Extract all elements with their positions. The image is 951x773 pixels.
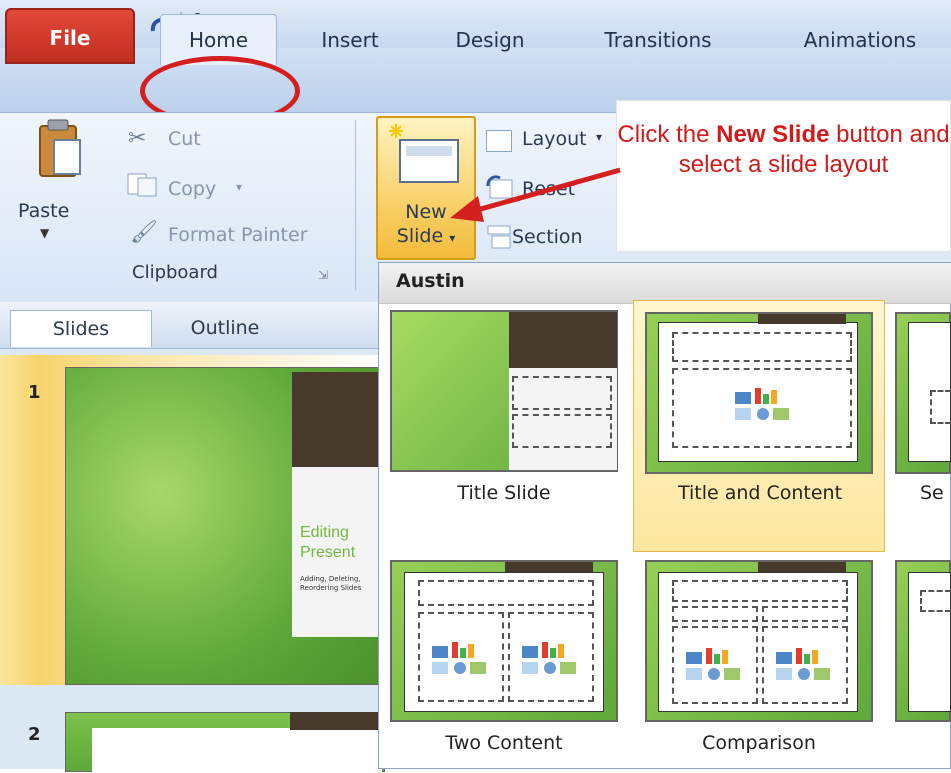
layout-section-header-label[interactable]: Se: [920, 482, 951, 504]
cut-button[interactable]: Cut: [168, 128, 201, 150]
layout-placeholder: [672, 606, 758, 622]
layout-placeholder: [762, 606, 848, 622]
callout-text-bold: New Slide: [716, 121, 830, 148]
format-painter-button[interactable]: Format Painter: [168, 224, 308, 246]
copy-dropdown-icon[interactable]: ▾: [236, 180, 242, 194]
slide-thumbnail-1-title: Editing Present: [300, 524, 356, 561]
layout-comparison-header: [758, 562, 846, 572]
group-separator: [355, 120, 356, 290]
gallery-theme-name: Austin: [396, 270, 465, 292]
slide-number: 2: [28, 724, 41, 745]
cut-icon[interactable]: ✂: [128, 126, 146, 151]
slide-thumbnail-2-header-block: [290, 712, 380, 730]
slide-thumbnail-1-subtitle: Adding, Deleting, Reordering Slides: [300, 575, 362, 592]
content-placeholder-icons: [686, 648, 740, 680]
layout-placeholder: [512, 414, 612, 448]
tab-transitions[interactable]: Transitions: [588, 20, 728, 60]
tab-insert[interactable]: Insert: [305, 20, 395, 60]
slide-number: 1: [28, 382, 41, 403]
paste-icon[interactable]: [36, 118, 84, 186]
layout-title-slide-header: [509, 312, 617, 368]
new-slide-dropdown-icon[interactable]: ▾: [449, 231, 455, 245]
layout-comparison-label[interactable]: Comparison: [645, 732, 873, 754]
layout-title-and-content-header: [758, 314, 846, 324]
layout-placeholder: [512, 376, 612, 410]
tab-outline[interactable]: Outline: [160, 310, 290, 346]
layout-button[interactable]: Layout: [522, 128, 587, 150]
instruction-callout-text: Click the New Slide button and select a …: [616, 120, 951, 180]
layout-placeholder: [672, 332, 852, 362]
layout-icon[interactable]: [486, 130, 512, 152]
paste-label[interactable]: Paste: [18, 200, 69, 222]
clipboard-group-label: Clipboard: [132, 262, 218, 283]
slide-thumbnail-2-content-area: [92, 728, 382, 773]
content-placeholder-icons: [522, 642, 576, 674]
tab-file[interactable]: File: [5, 8, 135, 64]
callout-arrow-icon: [450, 167, 621, 222]
layout-title-slide-label[interactable]: Title Slide: [390, 482, 618, 504]
layout-placeholder: [920, 590, 951, 612]
layout-placeholder: [672, 580, 848, 602]
format-painter-icon[interactable]: 🖌: [130, 220, 158, 245]
paste-dropdown-icon[interactable]: ▼: [40, 226, 49, 240]
content-placeholder-icons: [776, 648, 830, 680]
layout-two-content-label[interactable]: Two Content: [390, 732, 618, 754]
slide-thumbnail-1-header-block: [292, 372, 382, 472]
clipboard-launcher-icon[interactable]: ⇲: [318, 268, 328, 282]
callout-text-part1: Click the: [617, 121, 717, 148]
layout-placeholder: [418, 580, 594, 606]
tab-slides[interactable]: Slides: [10, 310, 152, 347]
copy-icon[interactable]: [126, 172, 160, 202]
layout-dropdown-icon[interactable]: ▾: [596, 130, 602, 144]
tab-design[interactable]: Design: [440, 20, 540, 60]
new-slide-label-line2: Slide: [396, 225, 444, 247]
content-placeholder-icons: [735, 388, 789, 420]
copy-button[interactable]: Copy: [168, 178, 216, 200]
tab-animations[interactable]: Animations: [785, 20, 935, 60]
content-placeholder-icons: [432, 642, 486, 674]
layout-title-and-content-label[interactable]: Title and Content: [640, 482, 880, 504]
layout-two-content-header: [505, 562, 593, 572]
layout-placeholder: [930, 390, 951, 424]
gallery-header: [379, 263, 951, 304]
